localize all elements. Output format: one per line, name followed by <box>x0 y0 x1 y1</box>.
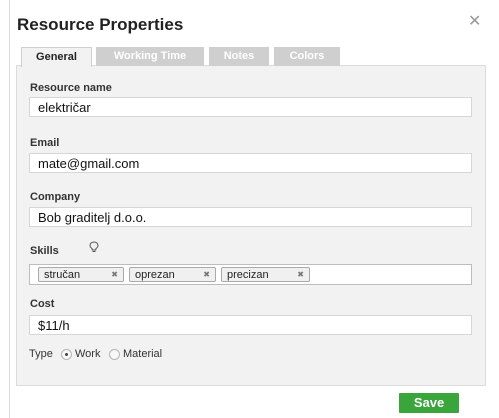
type-material-label[interactable]: Material <box>123 348 162 360</box>
remove-tag-icon[interactable]: ✖ <box>297 268 304 282</box>
company-input[interactable] <box>29 207 472 227</box>
skills-label: Skills <box>30 245 59 257</box>
remove-tag-icon[interactable]: ✖ <box>111 268 118 282</box>
type-work-label[interactable]: Work <box>75 348 100 360</box>
skill-tag-label: oprezan <box>135 269 175 281</box>
tab-working-time[interactable]: Working Time <box>96 47 204 66</box>
close-icon[interactable]: ✕ <box>468 14 481 30</box>
tab-general[interactable]: General <box>21 47 92 67</box>
company-label: Company <box>30 191 81 203</box>
resource-name-input[interactable] <box>29 97 472 117</box>
skill-tag-label: stručan <box>44 269 81 281</box>
skill-tag-label: precizan <box>227 269 269 281</box>
skills-tag-input[interactable]: stručan ✖ oprezan ✖ precizan ✖ <box>29 264 472 285</box>
resource-name-label: Resource name <box>30 82 112 94</box>
skill-tag: precizan ✖ <box>221 267 310 282</box>
email-input[interactable] <box>29 153 472 173</box>
type-work-radio[interactable] <box>61 349 72 360</box>
remove-tag-icon[interactable]: ✖ <box>203 268 210 282</box>
cost-label: Cost <box>30 298 55 310</box>
type-label: Type <box>29 348 53 360</box>
type-material-radio[interactable] <box>109 349 120 360</box>
lightbulb-icon[interactable] <box>89 240 99 258</box>
tab-colors[interactable]: Colors <box>274 47 340 66</box>
skill-tag: oprezan ✖ <box>129 267 216 282</box>
save-button[interactable]: Save <box>399 393 459 413</box>
tab-notes[interactable]: Notes <box>209 47 269 66</box>
email-label: Email <box>30 137 60 149</box>
cost-input[interactable] <box>29 315 472 335</box>
dialog-title: Resource Properties <box>17 15 184 34</box>
skill-tag: stručan ✖ <box>38 267 124 282</box>
